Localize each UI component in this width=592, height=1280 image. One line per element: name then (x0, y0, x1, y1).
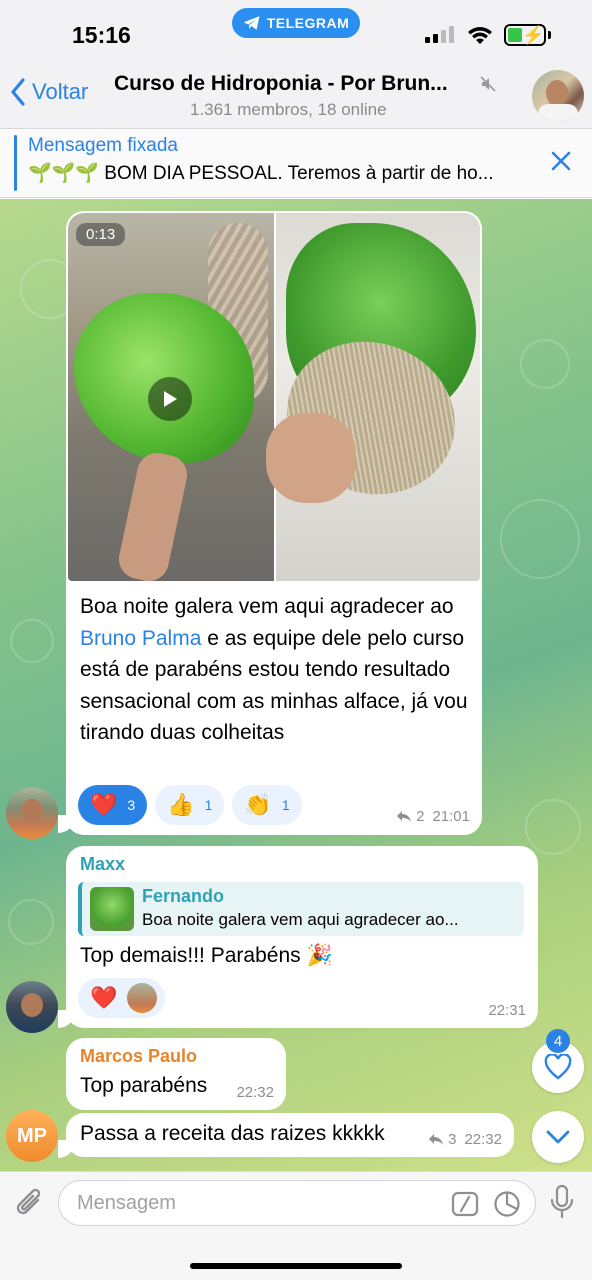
chat-header: Voltar Curso de Hidroponia - Por Brun...… (0, 60, 592, 128)
message-bubble[interactable]: Marcos Paulo Top parabéns 22:32 (66, 1038, 286, 1110)
reply-preview[interactable]: Fernando Boa noite galera vem aqui agrad… (78, 882, 524, 936)
reactions: ❤️ 3 👍 1 👏 1 (78, 785, 302, 825)
telegram-pill[interactable]: TELEGRAM (232, 8, 360, 38)
reactions-badge: 4 (546, 1029, 570, 1053)
pinned-title: Mensagem fixada (28, 135, 178, 156)
signal-icon (425, 26, 454, 43)
reply-count-icon (397, 811, 412, 822)
chat-area[interactable]: 0:13 Boa noite galera vem aqui agradecer… (0, 199, 592, 1171)
reply-count: 2 (416, 808, 425, 825)
message-input-container[interactable] (58, 1180, 536, 1226)
message-meta: 2 21:01 (396, 808, 470, 825)
reply-thumbnail (90, 887, 134, 931)
sticker-icon[interactable] (493, 1190, 521, 1218)
command-icon[interactable] (451, 1191, 479, 1217)
message-time: 22:32 (236, 1084, 274, 1101)
mention-link[interactable]: Bruno Palma (80, 627, 201, 650)
message-bubble[interactable]: 0:13 Boa noite galera vem aqui agradecer… (66, 211, 482, 835)
sender-name[interactable]: Marcos Paulo (80, 1046, 197, 1067)
reaction-heart[interactable]: ❤️ (78, 978, 166, 1018)
back-label: Voltar (32, 79, 89, 104)
reaction-heart[interactable]: ❤️ 3 (78, 785, 148, 825)
reply-text: Boa noite galera vem aqui agradecer ao..… (142, 910, 459, 929)
message-time: 22:31 (488, 1002, 526, 1019)
battery-icon: ⚡ (504, 24, 546, 46)
message-text: Top parabéns (80, 1074, 208, 1097)
reply-count-icon (429, 1134, 444, 1145)
paperclip-icon[interactable] (14, 1186, 46, 1222)
sender-avatar[interactable]: MP (6, 1110, 58, 1162)
telegram-icon (243, 16, 260, 30)
chevron-left-icon (11, 78, 25, 106)
microphone-icon[interactable] (548, 1184, 576, 1222)
pinned-message[interactable]: Mensagem fixada 🌱🌱🌱 BOM DIA PESSOAL. Ter… (0, 128, 592, 198)
reply-count: 3 (448, 1131, 457, 1148)
group-avatar[interactable] (532, 70, 584, 122)
video-thumbnail[interactable]: 0:13 (68, 213, 480, 581)
back-button[interactable]: Voltar (10, 78, 88, 106)
input-bar (0, 1171, 592, 1280)
sender-name[interactable]: Maxx (80, 854, 125, 875)
close-icon[interactable] (550, 150, 572, 172)
message-bubble[interactable]: Passa a receita das raizes kkkkk 3 22:32 (66, 1113, 514, 1157)
message-bubble[interactable]: Maxx Fernando Boa noite galera vem aqui … (66, 846, 538, 1028)
chevron-down-icon (546, 1130, 570, 1144)
chat-members-status: 1.361 membros, 18 online (190, 100, 387, 119)
sender-avatar[interactable] (6, 787, 58, 839)
reaction-clap[interactable]: 👏 1 (232, 785, 302, 825)
message-text: Boa noite galera vem aqui agradecer ao B… (80, 595, 468, 744)
scroll-down-button[interactable] (532, 1111, 584, 1163)
pinned-emoji: 🌱🌱🌱 (28, 163, 99, 184)
home-indicator (190, 1263, 402, 1269)
reply-author: Fernando (142, 886, 225, 906)
chat-title[interactable]: Curso de Hidroponia - Por Brun... (114, 72, 448, 96)
heart-icon (544, 1054, 572, 1080)
status-time: 15:16 (72, 22, 131, 48)
reactions: ❤️ (78, 978, 166, 1018)
mute-icon (480, 76, 496, 92)
message-text: Top demais!!! Parabéns 🎉 (80, 944, 333, 967)
message-meta: 3 22:32 (428, 1131, 502, 1148)
reactor-avatar (127, 983, 158, 1013)
play-icon[interactable] (148, 377, 192, 421)
message-time: 21:01 (432, 808, 470, 825)
telegram-pill-label: TELEGRAM (266, 15, 350, 31)
message-time: 22:32 (464, 1131, 502, 1148)
wifi-icon (468, 27, 492, 44)
video-duration: 0:13 (76, 223, 126, 246)
status-bar: 15:16 TELEGRAM ⚡ (0, 0, 592, 60)
pinned-text: 🌱🌱🌱 BOM DIA PESSOAL. Teremos à partir de… (28, 161, 548, 185)
message-text: Passa a receita das raizes kkkkk (80, 1122, 385, 1145)
pinned-text-body: BOM DIA PESSOAL. Teremos à partir de ho.… (104, 163, 494, 184)
sender-avatar[interactable] (6, 981, 58, 1033)
reaction-thumbs-up[interactable]: 👍 1 (155, 785, 225, 825)
message-input[interactable] (77, 1189, 437, 1217)
